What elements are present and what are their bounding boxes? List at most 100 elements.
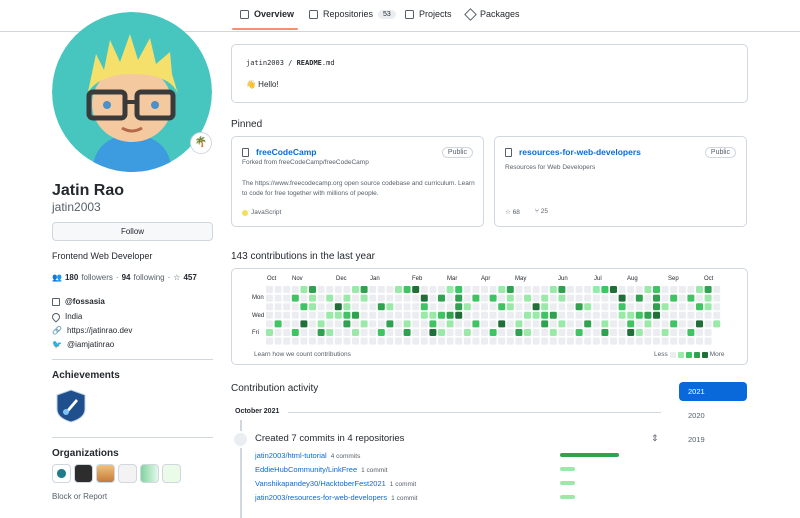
contribution-day[interactable] [446,311,454,319]
tab-projects[interactable]: Projects [405,9,452,19]
contribution-day[interactable] [369,311,377,319]
contribution-day[interactable] [610,311,617,319]
contribution-day[interactable] [498,286,506,293]
contribution-day[interactable] [635,329,643,336]
contribution-day[interactable] [696,294,703,302]
contribution-day[interactable] [584,303,592,311]
contribution-day[interactable] [455,286,463,293]
contribution-day[interactable] [412,311,420,319]
contribution-day[interactable] [326,311,334,319]
contribution-day[interactable] [558,320,566,328]
contribution-day[interactable] [653,337,660,345]
tab-overview[interactable]: Overview [240,9,294,19]
contribution-day[interactable] [352,303,359,311]
contribution-day[interactable] [678,294,686,302]
followers-count[interactable]: 180 [65,273,78,282]
contribution-day[interactable] [687,303,695,311]
contribution-day[interactable] [309,329,316,336]
contribution-day[interactable] [352,294,359,302]
org-avatar[interactable] [52,464,71,483]
contribution-day[interactable] [549,286,557,293]
contribution-day[interactable] [360,311,368,319]
contribution-day[interactable] [403,329,411,336]
contribution-day[interactable] [704,294,712,302]
contribution-day[interactable] [567,311,574,319]
contribution-day[interactable] [515,311,523,319]
contribution-day[interactable] [498,303,506,311]
contribution-day[interactable] [506,320,514,328]
contribution-day[interactable] [283,294,291,302]
contribution-day[interactable] [506,286,514,293]
contribution-day[interactable] [438,320,445,328]
contribution-day[interactable] [592,294,600,302]
forked-from[interactable]: Forked from freeCodeCamp/freeCodeCamp [242,159,369,166]
contribution-day[interactable] [498,294,506,302]
stargazers-link[interactable]: ☆ 68 [505,208,520,216]
contribution-day[interactable] [369,294,377,302]
contribution-day[interactable] [472,337,480,345]
contribution-day[interactable] [670,286,678,293]
contribution-day[interactable] [592,337,600,345]
contribution-day[interactable] [515,294,523,302]
contribution-day[interactable] [343,294,351,302]
contribution-day[interactable] [549,294,557,302]
contribution-day[interactable] [343,303,351,311]
contribution-day[interactable] [309,320,316,328]
contribution-day[interactable] [317,320,325,328]
contribution-day[interactable] [618,294,626,302]
contribution-day[interactable] [420,311,428,319]
contribution-day[interactable] [326,320,334,328]
contribution-day[interactable] [343,337,351,345]
contribution-day[interactable] [541,320,549,328]
contribution-day[interactable] [515,286,523,293]
contribution-day[interactable] [420,294,428,302]
contribution-day[interactable] [627,337,635,345]
contribution-day[interactable] [317,303,325,311]
contribution-day[interactable] [446,286,454,293]
contribution-day[interactable] [532,303,540,311]
contribution-day[interactable] [644,286,652,293]
contribution-day[interactable] [386,311,394,319]
contribution-day[interactable] [678,329,686,336]
contribution-day[interactable] [403,294,411,302]
contribution-day[interactable] [343,286,351,293]
contribution-day[interactable] [360,329,368,336]
contribution-day[interactable] [515,329,523,336]
contribution-day[interactable] [532,320,540,328]
contribution-day[interactable] [558,329,566,336]
contribution-day[interactable] [661,303,669,311]
contribution-day[interactable] [687,286,695,293]
contribution-day[interactable] [610,337,617,345]
contribution-day[interactable] [352,329,359,336]
contribution-day[interactable] [438,311,445,319]
following-count[interactable]: 94 [122,273,131,282]
contribution-day[interactable] [386,329,394,336]
contribution-day[interactable] [472,320,480,328]
contribution-day[interactable] [274,294,282,302]
contribution-day[interactable] [317,337,325,345]
contribution-day[interactable] [618,337,626,345]
contribution-day[interactable] [274,320,282,328]
repo-link[interactable]: jatin2003/resources-for-web-developers [255,493,387,502]
contribution-day[interactable] [670,303,678,311]
achievement-badge[interactable] [56,389,86,423]
contribution-day[interactable] [481,320,488,328]
contribution-day[interactable] [661,294,669,302]
contribution-day[interactable] [360,337,368,345]
contribution-day[interactable] [481,337,488,345]
contribution-day[interactable] [463,311,471,319]
contribution-day[interactable] [403,303,411,311]
contribution-day[interactable] [395,320,402,328]
contribution-day[interactable] [558,337,566,345]
year-link[interactable]: 2019 [679,430,747,449]
contribution-day[interactable] [696,286,703,293]
contribution-day[interactable] [653,303,660,311]
contribution-day[interactable] [515,337,523,345]
contribution-day[interactable] [532,311,540,319]
contribution-day[interactable] [653,286,660,293]
contribution-day[interactable] [489,303,497,311]
contribution-day[interactable] [506,294,514,302]
contribution-day[interactable] [661,337,669,345]
contribution-day[interactable] [334,286,342,293]
contribution-day[interactable] [601,320,609,328]
